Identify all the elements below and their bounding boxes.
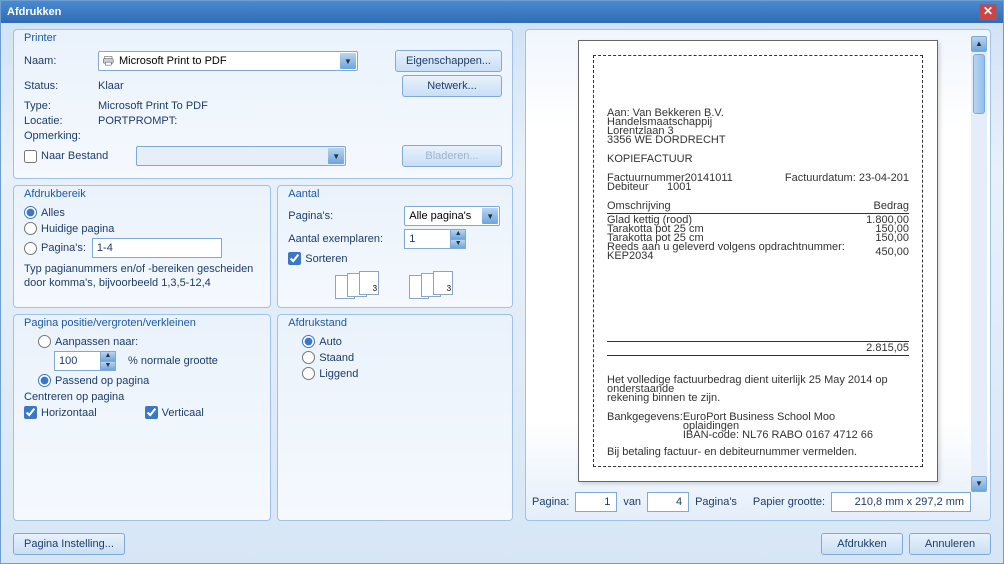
preview-page: Aan: Van Bekkeren B.V. Handelsmaatschapp… [578, 40, 938, 482]
collate-diagram: 123 123 [288, 271, 502, 299]
cancel-button[interactable]: Annuleren [909, 533, 991, 555]
preview-pane: Aan: Van Bekkeren B.V. Handelsmaatschapp… [525, 29, 991, 521]
chevron-down-icon: ▼ [100, 361, 116, 371]
collate-checkbox[interactable]: Sorteren [288, 252, 347, 265]
range-group-title: Afdrukbereik [24, 188, 260, 200]
range-hint: Typ pagianummers en/of -bereiken geschei… [24, 262, 260, 290]
location-value: PORTPROMPT: [98, 115, 177, 127]
page-setup-button[interactable]: Pagina Instelling... [13, 533, 125, 555]
print-dialog: Afdrukken ✕ Printer Naam: Microsoft Prin… [0, 0, 1004, 564]
page-label: Pagina: [532, 496, 569, 508]
type-label: Type: [24, 100, 92, 112]
copies-group-title: Aantal [288, 188, 502, 200]
status-label: Status: [24, 80, 92, 92]
chevron-up-icon[interactable]: ▲ [450, 229, 466, 239]
chevron-down-icon[interactable]: ▼ [340, 53, 356, 69]
paper-size-value: 210,8 mm x 297,2 mm [831, 492, 971, 512]
paper-size-label: Papier grootte: [753, 496, 825, 508]
browse-button: Bladeren... [402, 145, 502, 167]
print-to-file-checkbox[interactable]: Naar Bestand [24, 150, 108, 163]
window-title: Afdrukken [7, 6, 61, 18]
printer-group: Printer Naam: Microsoft Print to PDF ▼ E… [13, 29, 513, 179]
properties-button[interactable]: Eigenschappen... [395, 50, 502, 72]
copies-spinner[interactable]: ▲ ▼ [404, 229, 466, 249]
percent-spinner: ▲ ▼ [54, 351, 116, 371]
printer-group-title: Printer [24, 32, 502, 44]
scroll-down-icon[interactable]: ▼ [971, 476, 987, 492]
position-group-title: Pagina positie/vergroten/verkleinen [24, 317, 260, 329]
orientation-group-title: Afdrukstand [288, 317, 502, 329]
titlebar: Afdrukken ✕ [1, 1, 1003, 23]
vertical-scrollbar[interactable]: ▲ ▼ [971, 36, 987, 492]
chevron-up-icon: ▲ [100, 351, 116, 361]
center-horizontal-checkbox[interactable]: Horizontaal [24, 406, 97, 419]
range-current-radio[interactable]: Huidige pagina [24, 222, 114, 235]
pages-word: Pagina's [695, 496, 737, 508]
orientation-group: Afdrukstand Auto Staand Liggend [277, 314, 513, 521]
range-all-radio[interactable]: Alles [24, 206, 65, 219]
copies-group: Aantal Pagina's: Alle pagina's ▼ Aantal … [277, 185, 513, 308]
printer-name-combo[interactable]: Microsoft Print to PDF ▼ [98, 51, 358, 71]
copies-label: Aantal exemplaren: [288, 233, 398, 245]
chevron-down-icon[interactable]: ▼ [482, 208, 498, 224]
network-button[interactable]: Netwerk... [402, 75, 502, 97]
printer-icon [103, 55, 115, 67]
type-value: Microsoft Print To PDF [98, 100, 208, 112]
printer-name-label: Naam: [24, 55, 92, 67]
location-label: Locatie: [24, 115, 92, 127]
file-path-combo: ▼ [136, 146, 346, 166]
percent-input [54, 351, 100, 371]
pages-filter-label: Pagina's: [288, 210, 398, 222]
comment-label: Opmerking: [24, 130, 92, 142]
collate-label: Sorteren [305, 253, 347, 265]
percent-label: % normale grootte [128, 355, 218, 367]
print-button[interactable]: Afdrukken [821, 533, 903, 555]
orientation-portrait-radio[interactable]: Staand [302, 351, 354, 364]
copies-input[interactable] [404, 229, 450, 249]
fit-to-page-radio[interactable]: Passend op pagina [38, 374, 149, 387]
center-label: Centreren op pagina [24, 391, 260, 403]
of-label: van [623, 496, 641, 508]
status-value: Klaar [98, 80, 124, 92]
adjust-to-radio[interactable]: Aanpassen naar: [38, 335, 138, 348]
center-vertical-checkbox[interactable]: Verticaal [145, 406, 204, 419]
page-current: 1 [575, 492, 617, 512]
dialog-footer: Pagina Instelling... Afdrukken Annuleren [1, 529, 1003, 563]
position-group: Pagina positie/vergroten/verkleinen Aanp… [13, 314, 271, 521]
print-to-file-label: Naar Bestand [41, 150, 108, 162]
close-icon[interactable]: ✕ [979, 4, 997, 20]
orientation-landscape-radio[interactable]: Liggend [302, 367, 358, 380]
scroll-thumb[interactable] [973, 54, 985, 114]
orientation-auto-radio[interactable]: Auto [302, 335, 342, 348]
range-pages-input[interactable] [92, 238, 222, 258]
printer-name-value: Microsoft Print to PDF [119, 55, 227, 67]
range-pages-radio[interactable]: Pagina's: [24, 242, 86, 255]
scroll-up-icon[interactable]: ▲ [971, 36, 987, 52]
pages-filter-value: Alle pagina's [409, 210, 471, 222]
range-group: Afdrukbereik Alles Huidige pagina Pagina… [13, 185, 271, 308]
chevron-down-icon: ▼ [328, 148, 344, 164]
preview-status: Pagina: 1 van 4 Pagina's Papier grootte:… [530, 488, 986, 516]
pages-filter-combo[interactable]: Alle pagina's ▼ [404, 206, 500, 226]
page-total: 4 [647, 492, 689, 512]
chevron-down-icon[interactable]: ▼ [450, 239, 466, 249]
